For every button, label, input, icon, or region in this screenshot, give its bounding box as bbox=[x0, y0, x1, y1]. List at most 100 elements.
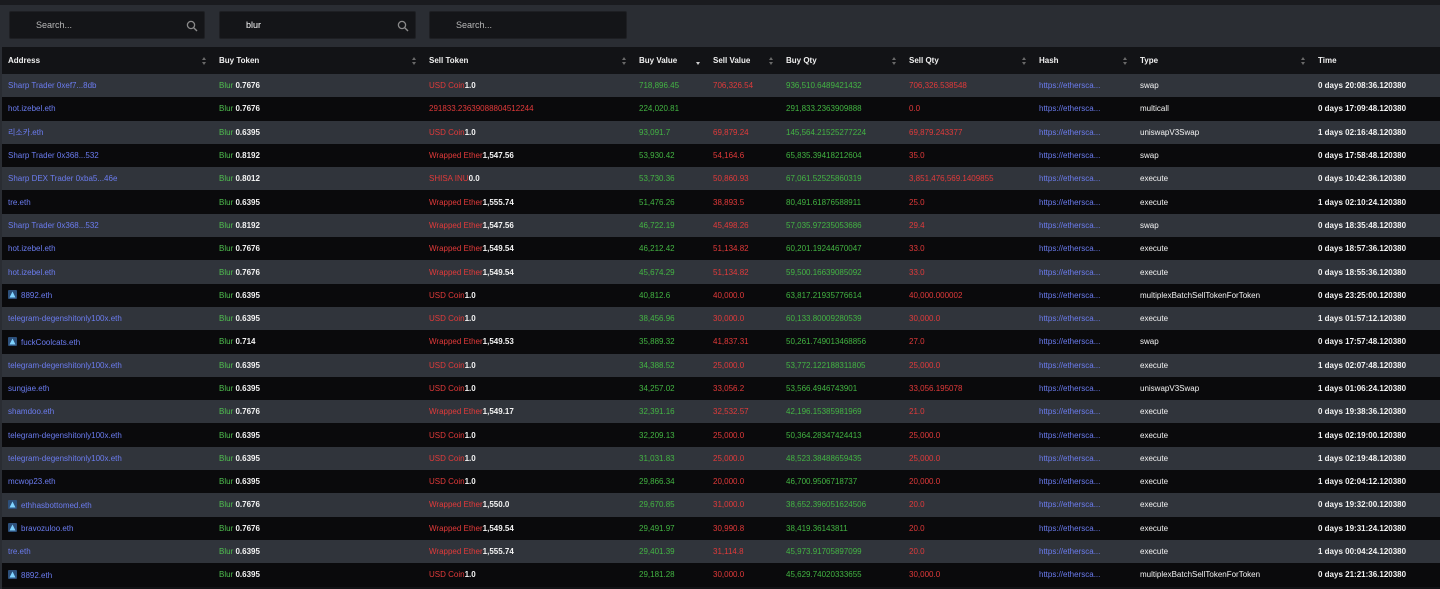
address-link[interactable]: mcwop23.eth bbox=[8, 477, 56, 486]
table-row[interactable]: 8892.eth Blur 0.6395 USD Coin1.0 40,812.6 40… bbox=[2, 283, 1440, 307]
address-link[interactable]: 리소카.eth bbox=[8, 128, 43, 137]
cell-address[interactable]: tre.eth bbox=[2, 539, 213, 564]
table-row[interactable]: shamdoo.eth Blur 0.7676 Wrapped Ether1,549… bbox=[2, 400, 1440, 424]
hash-link[interactable]: https://ethersca... bbox=[1039, 361, 1100, 370]
column-header-buy-qty[interactable]: Buy Qty bbox=[780, 47, 903, 74]
address-link[interactable]: tre.eth bbox=[8, 198, 31, 207]
hash-link[interactable]: https://ethersca... bbox=[1039, 244, 1100, 253]
address-link[interactable]: fuckCoolcats.eth bbox=[21, 338, 80, 347]
cell-address[interactable]: mcwop23.eth bbox=[2, 470, 213, 494]
cell-address[interactable]: Sharp DEX Trader 0xba5...46e bbox=[2, 167, 213, 191]
sort-icon[interactable] bbox=[411, 56, 417, 66]
cell-address[interactable]: Sharp Trader 0x368...532 bbox=[2, 143, 213, 168]
sort-desc-icon[interactable] bbox=[695, 56, 701, 66]
sort-icon[interactable] bbox=[1300, 56, 1306, 66]
sort-icon[interactable] bbox=[621, 56, 627, 66]
address-link[interactable]: Sharp Trader 0x368...532 bbox=[8, 151, 99, 160]
cell-hash[interactable]: https://ethersca... bbox=[1033, 74, 1134, 98]
cell-address[interactable]: 8892.eth bbox=[2, 563, 213, 587]
table-row[interactable]: hot.izebel.eth Blur 0.7676 Wrapped Ether1,… bbox=[2, 260, 1440, 284]
table-row[interactable]: Sharp Trader 0x368...532 Blur 0.8192 Wrapp… bbox=[2, 213, 1440, 238]
address-link[interactable]: 8892.eth bbox=[21, 291, 52, 300]
hash-link[interactable]: https://ethersca... bbox=[1039, 174, 1100, 183]
hash-link[interactable]: https://ethersca... bbox=[1039, 431, 1100, 440]
table-row[interactable]: Sharp Trader 0xef7...8db Blur 0.7676 USD C… bbox=[2, 74, 1440, 98]
cell-address[interactable]: telegram-degenshitonly100x.eth bbox=[2, 423, 213, 447]
address-link[interactable]: sungjae.eth bbox=[8, 384, 49, 393]
address-link[interactable]: tre.eth bbox=[8, 547, 31, 556]
cell-hash[interactable]: https://ethersca... bbox=[1033, 190, 1134, 214]
hash-link[interactable]: https://ethersca... bbox=[1039, 104, 1100, 113]
sort-icon[interactable] bbox=[891, 56, 897, 66]
hash-link[interactable]: https://ethersca... bbox=[1039, 337, 1100, 346]
column-header-hash[interactable]: Hash bbox=[1033, 47, 1134, 74]
cell-hash[interactable]: https://ethersca... bbox=[1033, 516, 1134, 540]
cell-address[interactable]: fuckCoolcats.eth bbox=[2, 330, 213, 354]
cell-hash[interactable]: https://ethersca... bbox=[1033, 143, 1134, 168]
address-link[interactable]: telegram-degenshitonly100x.eth bbox=[8, 361, 122, 370]
table-row[interactable]: bravozuloo.eth Blur 0.7676 Wrapped Ether1,… bbox=[2, 516, 1440, 540]
hash-link[interactable]: https://ethersca... bbox=[1039, 291, 1100, 300]
sort-icon[interactable] bbox=[1021, 56, 1027, 66]
cell-address[interactable]: telegram-degenshitonly100x.eth bbox=[2, 306, 213, 331]
hash-link[interactable]: https://ethersca... bbox=[1039, 198, 1100, 207]
cell-address[interactable]: hot.izebel.eth bbox=[2, 97, 213, 121]
table-row[interactable]: sungjae.eth Blur 0.6395 USD Coin1.0 34,257.… bbox=[2, 376, 1440, 401]
cell-address[interactable]: hot.izebel.eth bbox=[2, 237, 213, 261]
address-link[interactable]: telegram-degenshitonly100x.eth bbox=[8, 454, 122, 463]
hash-link[interactable]: https://ethersca... bbox=[1039, 314, 1100, 323]
table-row[interactable]: ethhasbottomed.eth Blur 0.7676 Wrapped Eth… bbox=[2, 493, 1440, 517]
address-link[interactable]: Sharp Trader 0xef7...8db bbox=[8, 81, 97, 90]
sort-icon[interactable] bbox=[201, 56, 207, 66]
cell-address[interactable]: 8892.eth bbox=[2, 283, 213, 307]
cell-address[interactable]: telegram-degenshitonly100x.eth bbox=[2, 353, 213, 377]
table-row[interactable]: 8892.eth Blur 0.6395 USD Coin1.0 29,181.28 3… bbox=[2, 563, 1440, 587]
table-row[interactable]: mcwop23.eth Blur 0.6395 USD Coin1.0 29,866.… bbox=[2, 470, 1440, 494]
sort-icon[interactable] bbox=[1122, 56, 1128, 66]
cell-address[interactable]: ethhasbottomed.eth bbox=[2, 493, 213, 517]
address-link[interactable]: shamdoo.eth bbox=[8, 407, 54, 416]
cell-hash[interactable]: https://ethersca... bbox=[1033, 213, 1134, 238]
cell-hash[interactable]: https://ethersca... bbox=[1033, 237, 1134, 261]
column-header-type[interactable]: Type bbox=[1134, 47, 1312, 74]
address-link[interactable]: hot.izebel.eth bbox=[8, 268, 56, 277]
table-row[interactable]: telegram-degenshitonly100x.eth Blur 0.639… bbox=[2, 353, 1440, 377]
column-header-address[interactable]: Address bbox=[2, 47, 213, 74]
column-header-sell-qty[interactable]: Sell Qty bbox=[903, 47, 1033, 74]
cell-address[interactable]: tre.eth bbox=[2, 190, 213, 214]
hash-link[interactable]: https://ethersca... bbox=[1039, 477, 1100, 486]
cell-hash[interactable]: https://ethersca... bbox=[1033, 260, 1134, 284]
table-row[interactable]: 리소카.eth Blur 0.6395 USD Coin1.0 93,091.7 69,… bbox=[2, 120, 1440, 144]
table-row[interactable]: telegram-degenshitonly100x.eth Blur 0.639… bbox=[2, 423, 1440, 447]
column-header-time[interactable]: Time bbox=[1312, 47, 1440, 74]
sort-icon[interactable] bbox=[768, 56, 774, 66]
address-link[interactable]: Sharp DEX Trader 0xba5...46e bbox=[8, 174, 117, 183]
hash-link[interactable]: https://ethersca... bbox=[1039, 500, 1100, 509]
address-link[interactable]: Sharp Trader 0x368...532 bbox=[8, 221, 99, 230]
hash-link[interactable]: https://ethersca... bbox=[1039, 407, 1100, 416]
cell-address[interactable]: bravozuloo.eth bbox=[2, 516, 213, 540]
table-row[interactable]: Sharp DEX Trader 0xba5...46e Blur 0.8012 S… bbox=[2, 167, 1440, 191]
table-row[interactable]: fuckCoolcats.eth Blur 0.714 Wrapped Ether1… bbox=[2, 330, 1440, 354]
sell-token-search-input[interactable] bbox=[430, 12, 626, 38]
cell-hash[interactable]: https://ethersca... bbox=[1033, 446, 1134, 471]
cell-address[interactable]: telegram-degenshitonly100x.eth bbox=[2, 446, 213, 471]
cell-hash[interactable]: https://ethersca... bbox=[1033, 470, 1134, 494]
cell-hash[interactable]: https://ethersca... bbox=[1033, 376, 1134, 401]
cell-hash[interactable]: https://ethersca... bbox=[1033, 306, 1134, 331]
cell-address[interactable]: Sharp Trader 0xef7...8db bbox=[2, 74, 213, 98]
table-row[interactable]: tre.eth Blur 0.6395 Wrapped Ether1,555.74 5… bbox=[2, 190, 1440, 214]
cell-address[interactable]: 리소카.eth bbox=[2, 120, 213, 144]
cell-hash[interactable]: https://ethersca... bbox=[1033, 120, 1134, 144]
cell-hash[interactable]: https://ethersca... bbox=[1033, 563, 1134, 587]
address-link[interactable]: bravozuloo.eth bbox=[21, 524, 73, 533]
cell-hash[interactable]: https://ethersca... bbox=[1033, 330, 1134, 354]
table-row[interactable]: telegram-degenshitonly100x.eth Blur 0.639… bbox=[2, 446, 1440, 471]
hash-link[interactable]: https://ethersca... bbox=[1039, 81, 1100, 90]
cell-address[interactable]: Sharp Trader 0x368...532 bbox=[2, 213, 213, 238]
cell-hash[interactable]: https://ethersca... bbox=[1033, 423, 1134, 447]
address-link[interactable]: ethhasbottomed.eth bbox=[21, 501, 92, 510]
column-header-sell-token[interactable]: Sell Token bbox=[423, 47, 633, 74]
column-header-buy-value[interactable]: Buy Value bbox=[633, 47, 707, 74]
cell-hash[interactable]: https://ethersca... bbox=[1033, 400, 1134, 424]
